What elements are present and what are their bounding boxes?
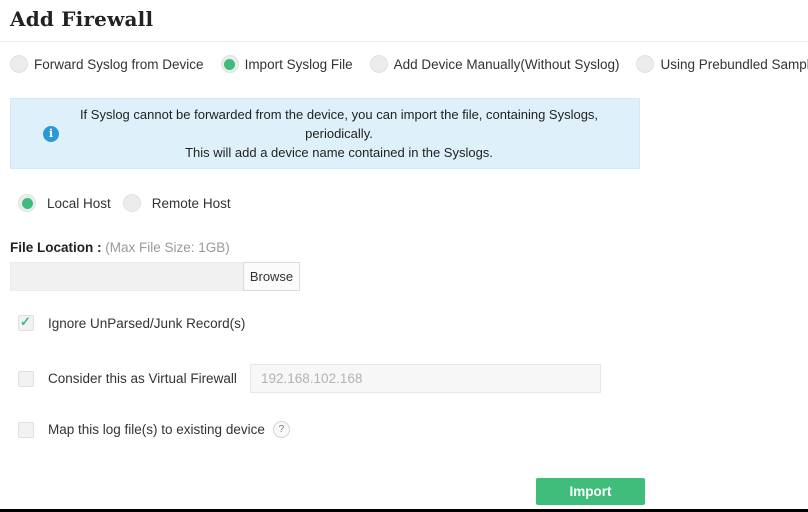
max-file-size-hint: (Max File Size: 1GB) — [105, 240, 230, 255]
info-line-2: This will add a device name contained in… — [185, 145, 493, 160]
virtual-firewall-ip-input[interactable] — [250, 364, 601, 393]
map-existing-checkbox[interactable] — [18, 422, 34, 438]
radio-circle-icon[interactable] — [10, 55, 28, 73]
map-existing-label: Map this log file(s) to existing device — [48, 422, 265, 437]
radio-forward-syslog[interactable]: Forward Syslog from Device — [10, 55, 204, 73]
map-existing-row: Map this log file(s) to existing device … — [18, 421, 808, 438]
radio-import-syslog-file[interactable]: Import Syslog File — [221, 55, 353, 73]
info-banner-text: If Syslog cannot be forwarded from the d… — [69, 105, 609, 162]
import-button[interactable]: Import — [536, 478, 645, 505]
info-banner: If Syslog cannot be forwarded from the d… — [10, 98, 640, 169]
radio-local-host[interactable]: Local Host — [18, 194, 111, 212]
page-title: Add Firewall — [0, 0, 808, 31]
ignore-unparsed-checkbox[interactable] — [18, 315, 34, 331]
radio-label: Import Syslog File — [245, 57, 353, 72]
radio-add-device-manually[interactable]: Add Device Manually(Without Syslog) — [370, 55, 620, 73]
radio-circle-icon[interactable] — [221, 55, 239, 73]
radio-circle-icon[interactable] — [370, 55, 388, 73]
ignore-unparsed-label: Ignore UnParsed/Junk Record(s) — [48, 316, 245, 331]
info-icon — [43, 126, 59, 142]
add-firewall-page: Add Firewall Forward Syslog from Device … — [0, 0, 808, 512]
ignore-unparsed-row: Ignore UnParsed/Junk Record(s) — [18, 315, 808, 331]
radio-remote-host[interactable]: Remote Host — [123, 194, 231, 212]
radio-circle-icon[interactable] — [18, 194, 36, 212]
file-location-label-row: File Location : (Max File Size: 1GB) — [10, 240, 798, 255]
file-input-row: Browse — [10, 262, 300, 291]
title-divider — [0, 41, 808, 42]
radio-label: Using Prebundled Sample Syslogs — [660, 57, 808, 72]
radio-label: Remote Host — [152, 196, 231, 211]
source-type-radio-group: Forward Syslog from Device Import Syslog… — [10, 55, 798, 73]
help-icon[interactable]: ? — [273, 421, 290, 438]
radio-label: Local Host — [47, 196, 111, 211]
virtual-firewall-checkbox[interactable] — [18, 371, 34, 387]
browse-button[interactable]: Browse — [243, 262, 300, 291]
radio-circle-icon[interactable] — [123, 194, 141, 212]
radio-circle-icon[interactable] — [636, 55, 654, 73]
host-radio-group: Local Host Remote Host — [18, 194, 798, 212]
radio-label: Add Device Manually(Without Syslog) — [394, 57, 620, 72]
info-line-1: If Syslog cannot be forwarded from the d… — [80, 107, 598, 141]
radio-label: Forward Syslog from Device — [34, 57, 204, 72]
file-location-label: File Location : — [10, 240, 102, 255]
radio-prebundled-syslogs[interactable]: Using Prebundled Sample Syslogs — [636, 55, 808, 73]
virtual-firewall-row: Consider this as Virtual Firewall — [18, 364, 808, 393]
file-location-input[interactable] — [10, 262, 243, 291]
virtual-firewall-label: Consider this as Virtual Firewall — [48, 371, 250, 386]
